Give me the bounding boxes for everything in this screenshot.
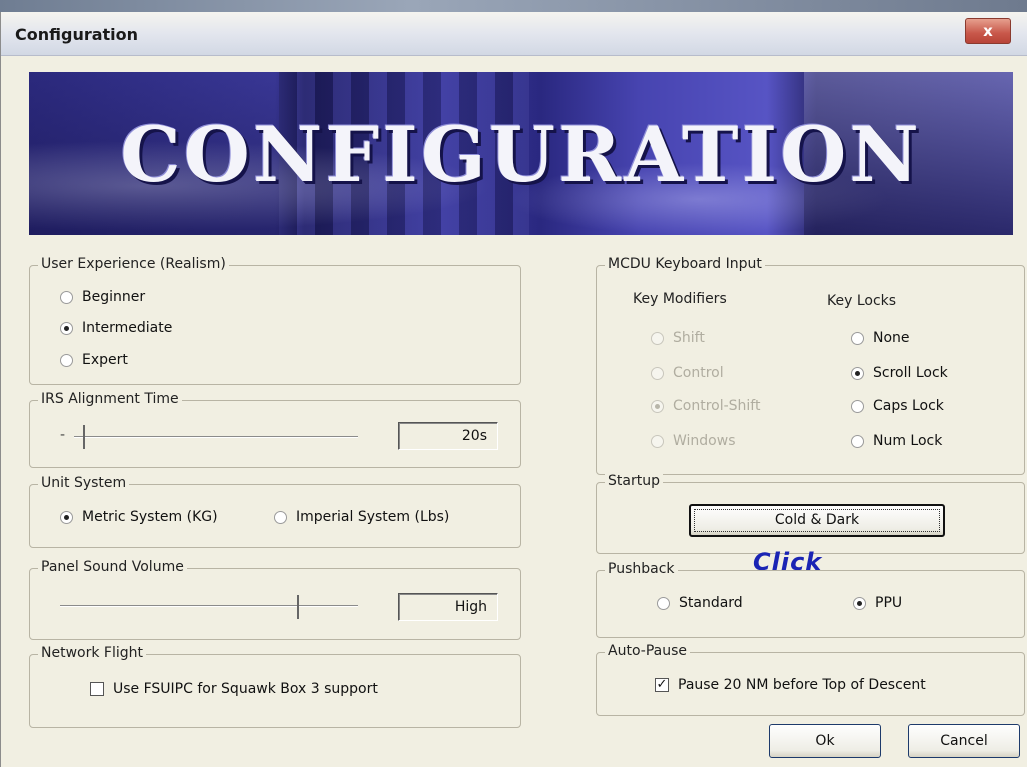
radio-num-lock-label: Num Lock	[873, 433, 943, 449]
configuration-dialog: Configuration x CONFIGURATION User Exper…	[0, 12, 1027, 767]
radio-windows-indicator[interactable]	[651, 434, 664, 448]
fsuipc-checkbox-box[interactable]	[90, 682, 104, 696]
desktop-strip	[0, 0, 1027, 12]
fsuipc-checkbox-label: Use FSUIPC for Squawk Box 3 support	[113, 681, 378, 697]
auto-pause-label: Auto-Pause	[605, 643, 690, 659]
irs-alignment-label: IRS Alignment Time	[38, 391, 182, 407]
startup-group: Startup Cold & Dark	[596, 473, 1025, 554]
radio-modifier-shift[interactable]: Shift	[651, 330, 705, 346]
window-title: Configuration	[15, 25, 139, 44]
radio-caps-lock-indicator[interactable]	[851, 399, 864, 413]
unit-system-label: Unit System	[38, 475, 130, 491]
radio-ppu[interactable]: PPU	[853, 595, 902, 611]
volume-value-box: High	[398, 593, 498, 621]
radio-none-indicator[interactable]	[851, 331, 864, 345]
panel-sound-label: Panel Sound Volume	[38, 559, 187, 575]
irs-slider-thumb[interactable]	[80, 425, 88, 449]
panel-sound-group: Panel Sound Volume High	[29, 559, 521, 640]
radio-windows-label: Windows	[673, 433, 736, 449]
banner-title: CONFIGURATION	[120, 110, 922, 199]
radio-standard-indicator[interactable]	[657, 596, 670, 610]
radio-shift-label: Shift	[673, 330, 705, 346]
pause-tod-checkbox[interactable]: ✓ Pause 20 NM before Top of Descent	[655, 677, 926, 693]
close-button[interactable]: x	[965, 18, 1011, 44]
radio-lock-caps[interactable]: Caps Lock	[851, 398, 944, 414]
irs-value-box: 20s	[398, 422, 498, 450]
radio-intermediate-label: Intermediate	[82, 320, 173, 336]
radio-beginner-label: Beginner	[82, 289, 146, 305]
radio-standard-label: Standard	[679, 595, 743, 611]
radio-metric[interactable]: Metric System (KG)	[60, 509, 218, 525]
radio-intermediate-indicator[interactable]	[60, 321, 73, 335]
radio-metric-label: Metric System (KG)	[82, 509, 218, 525]
close-icon: x	[983, 22, 993, 40]
radio-lock-scroll[interactable]: Scroll Lock	[851, 365, 948, 381]
radio-beginner[interactable]: Beginner	[60, 289, 145, 305]
irs-slider-track[interactable]	[74, 436, 358, 438]
radio-metric-indicator[interactable]	[60, 510, 73, 524]
volume-slider-track[interactable]	[60, 605, 358, 607]
network-flight-group: Network Flight Use FSUIPC for Squawk Box…	[29, 645, 521, 728]
volume-slider-thumb[interactable]	[294, 595, 302, 619]
radio-imperial[interactable]: Imperial System (Lbs)	[274, 509, 449, 525]
radio-control-label: Control	[673, 365, 724, 381]
radio-none-label: None	[873, 330, 910, 346]
radio-modifier-control[interactable]: Control	[651, 365, 724, 381]
radio-modifier-control-shift[interactable]: Control-Shift	[651, 398, 760, 414]
radio-scroll-lock-label: Scroll Lock	[873, 365, 948, 381]
unit-system-group: Unit System Metric System (KG) Imperial …	[29, 475, 521, 548]
radio-imperial-indicator[interactable]	[274, 510, 287, 524]
cold-dark-button[interactable]: Cold & Dark	[689, 504, 945, 537]
fsuipc-checkbox[interactable]: Use FSUIPC for Squawk Box 3 support	[90, 681, 378, 697]
key-modifiers-header: Key Modifiers	[633, 291, 727, 307]
radio-imperial-label: Imperial System (Lbs)	[296, 509, 450, 525]
cancel-button-label: Cancel	[940, 733, 988, 749]
radio-modifier-windows[interactable]: Windows	[651, 433, 736, 449]
irs-alignment-group: IRS Alignment Time - 20s	[29, 391, 521, 468]
pause-tod-checkbox-label: Pause 20 NM before Top of Descent	[678, 677, 926, 693]
radio-expert-indicator[interactable]	[60, 353, 73, 367]
pause-tod-checkbox-box[interactable]: ✓	[655, 678, 669, 692]
radio-expert[interactable]: Expert	[60, 352, 128, 368]
radio-lock-num[interactable]: Num Lock	[851, 433, 942, 449]
title-bar[interactable]: Configuration x	[1, 12, 1027, 56]
mcdu-keyboard-label: MCDU Keyboard Input	[605, 256, 765, 272]
user-experience-group: User Experience (Realism) Beginner Inter…	[29, 256, 521, 385]
radio-intermediate[interactable]: Intermediate	[60, 320, 172, 336]
radio-standard[interactable]: Standard	[657, 595, 743, 611]
radio-beginner-indicator[interactable]	[60, 290, 73, 304]
user-experience-label: User Experience (Realism)	[38, 256, 229, 272]
ok-button-label: Ok	[815, 733, 835, 749]
pushback-label: Pushback	[605, 561, 678, 577]
header-banner: CONFIGURATION	[29, 72, 1013, 235]
auto-pause-group: Auto-Pause ✓ Pause 20 NM before Top of D…	[596, 643, 1025, 716]
ok-button[interactable]: Ok	[769, 724, 881, 758]
radio-ppu-indicator[interactable]	[853, 596, 866, 610]
mcdu-keyboard-group: MCDU Keyboard Input Key Modifiers Key Lo…	[596, 256, 1025, 475]
radio-control-shift-indicator[interactable]	[651, 399, 664, 413]
radio-expert-label: Expert	[82, 352, 128, 368]
cold-dark-button-label: Cold & Dark	[774, 512, 860, 528]
radio-caps-lock-label: Caps Lock	[873, 398, 944, 414]
cancel-button[interactable]: Cancel	[908, 724, 1020, 758]
radio-control-indicator[interactable]	[651, 366, 664, 380]
radio-ppu-label: PPU	[875, 595, 903, 611]
radio-control-shift-label: Control-Shift	[673, 398, 761, 414]
pushback-group: Pushback Standard PPU	[596, 561, 1025, 638]
radio-lock-none[interactable]: None	[851, 330, 910, 346]
startup-label: Startup	[605, 473, 663, 489]
radio-shift-indicator[interactable]	[651, 331, 664, 345]
radio-scroll-lock-indicator[interactable]	[851, 366, 864, 380]
radio-num-lock-indicator[interactable]	[851, 434, 864, 448]
network-flight-label: Network Flight	[38, 645, 146, 661]
key-locks-header: Key Locks	[827, 293, 897, 309]
irs-min-tick: -	[60, 427, 66, 443]
